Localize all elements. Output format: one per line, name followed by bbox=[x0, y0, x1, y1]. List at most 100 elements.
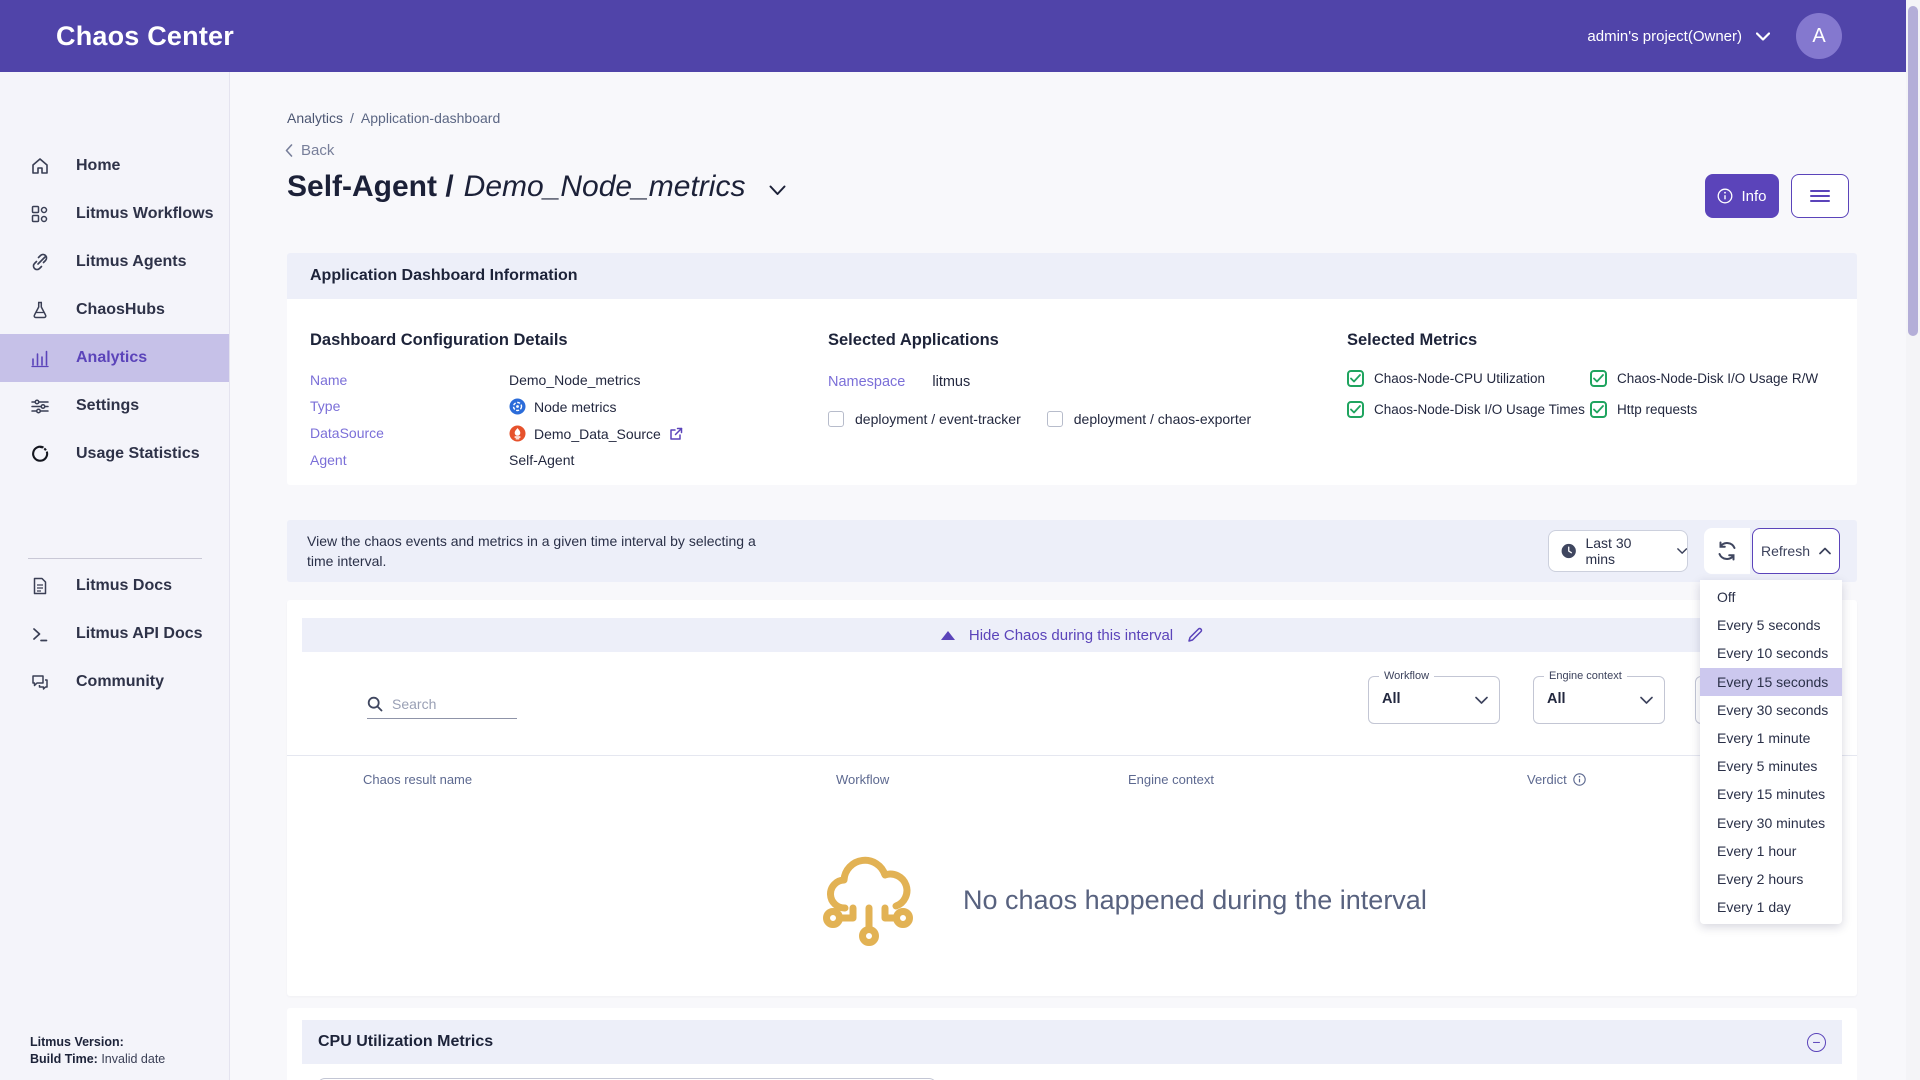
checkbox-unchecked[interactable] bbox=[828, 411, 844, 427]
column-engine-context: Engine context bbox=[1128, 772, 1214, 787]
refresh-option-30m[interactable]: Every 30 minutes bbox=[1700, 809, 1842, 837]
refresh-option-15s[interactable]: Every 15 seconds bbox=[1700, 668, 1842, 696]
config-label-datasource: DataSource bbox=[310, 425, 509, 442]
refresh-rate-menu: Off Every 5 seconds Every 10 seconds Eve… bbox=[1700, 580, 1842, 924]
search-icon bbox=[367, 696, 383, 712]
sidebar-item-label: Litmus Workflows bbox=[76, 205, 214, 223]
sidebar-item-litmus-api-docs[interactable]: Litmus API Docs bbox=[0, 610, 229, 658]
checkbox-checked[interactable] bbox=[1347, 401, 1364, 418]
applications-title: Selected Applications bbox=[828, 331, 1251, 350]
sidebar-item-label: Litmus API Docs bbox=[76, 625, 203, 643]
breadcrumb-application-dashboard: Application-dashboard bbox=[361, 110, 500, 126]
sidebar-item-settings[interactable]: Settings bbox=[0, 382, 229, 430]
config-label-type: Type bbox=[310, 398, 509, 415]
title-chevron-down-icon[interactable] bbox=[769, 185, 786, 196]
sidebar-item-litmus-workflows[interactable]: Litmus Workflows bbox=[0, 190, 229, 238]
avatar[interactable]: A bbox=[1796, 13, 1842, 59]
refresh-option-5s[interactable]: Every 5 seconds bbox=[1700, 611, 1842, 639]
column-chaos-result-name: Chaos result name bbox=[363, 772, 472, 787]
metric-checkbox-disk-io-rw[interactable]: Chaos-Node-Disk I/O Usage R/W bbox=[1590, 370, 1818, 387]
back-chevron-icon bbox=[285, 144, 293, 157]
checkbox-unchecked[interactable] bbox=[1047, 411, 1063, 427]
metric-checkbox-http-requests[interactable]: Http requests bbox=[1590, 401, 1818, 418]
sidebar-item-community[interactable]: Community bbox=[0, 658, 229, 706]
time-range-select[interactable]: Last 30 mins bbox=[1548, 530, 1688, 572]
search-input[interactable] bbox=[392, 696, 502, 712]
engine-context-filter[interactable]: Engine context All bbox=[1533, 676, 1665, 724]
chaoshubs-icon bbox=[30, 300, 50, 320]
project-label: admin's project(Owner) bbox=[1587, 28, 1742, 45]
sidebar-item-litmus-agents[interactable]: Litmus Agents bbox=[0, 238, 229, 286]
metric-checkbox-cpu-utilization[interactable]: Chaos-Node-CPU Utilization bbox=[1347, 370, 1590, 387]
sidebar-item-usage-statistics[interactable]: Usage Statistics bbox=[0, 430, 229, 478]
config-value-type: Node metrics bbox=[509, 398, 683, 415]
refresh-option-10s[interactable]: Every 10 seconds bbox=[1700, 639, 1842, 667]
refresh-option-1d[interactable]: Every 1 day bbox=[1700, 893, 1842, 921]
refresh-rate-dropdown[interactable]: Refresh bbox=[1752, 528, 1840, 574]
sidebar-item-label: ChaosHubs bbox=[76, 301, 165, 319]
sidebar-item-home[interactable]: Home bbox=[0, 142, 229, 190]
external-link-icon[interactable] bbox=[669, 427, 683, 441]
refresh-option-2h[interactable]: Every 2 hours bbox=[1700, 865, 1842, 893]
cpu-section-title: CPU Utilization Metrics bbox=[318, 1033, 493, 1051]
panel-title: Application Dashboard Information bbox=[287, 253, 1857, 299]
clock-icon bbox=[1561, 542, 1576, 560]
sidebar-item-litmus-docs[interactable]: Litmus Docs bbox=[0, 562, 229, 610]
verdict-info-icon[interactable] bbox=[1573, 773, 1586, 786]
checkbox-checked[interactable] bbox=[1347, 370, 1364, 387]
hamburger-icon bbox=[1809, 189, 1831, 203]
selected-applications: Selected Applications Namespace litmus d… bbox=[828, 331, 1251, 427]
breadcrumb-analytics[interactable]: Analytics bbox=[287, 110, 343, 126]
refresh-option-5m[interactable]: Every 5 minutes bbox=[1700, 752, 1842, 780]
table-header-row: Chaos result name Workflow Engine contex… bbox=[287, 772, 1857, 794]
config-value-agent: Self-Agent bbox=[509, 452, 683, 468]
workflows-icon bbox=[30, 204, 50, 224]
sidebar-footer: Litmus Version: Build Time: Invalid date bbox=[30, 1034, 165, 1068]
dashboard-configuration-details: Dashboard Configuration Details Name Dem… bbox=[310, 331, 683, 468]
scrollbar-thumb[interactable] bbox=[1908, 6, 1918, 336]
edit-pencil-icon[interactable] bbox=[1187, 627, 1203, 643]
sidebar-item-analytics[interactable]: Analytics bbox=[0, 334, 229, 382]
home-icon bbox=[30, 156, 50, 176]
metric-checkbox-disk-io-times[interactable]: Chaos-Node-Disk I/O Usage Times bbox=[1347, 401, 1590, 418]
settings-icon bbox=[30, 396, 50, 416]
cpu-utilization-card: CPU Utilization Metrics − bbox=[287, 1008, 1857, 1080]
top-bar: Chaos Center admin's project(Owner) A bbox=[0, 0, 1920, 72]
application-checkbox-event-tracker[interactable]: deployment / event-tracker bbox=[828, 411, 1021, 427]
checkbox-checked[interactable] bbox=[1590, 401, 1607, 418]
sidebar-item-label: Community bbox=[76, 673, 164, 691]
sidebar-item-label: Home bbox=[76, 157, 120, 175]
api-docs-icon bbox=[30, 624, 50, 644]
sidebar-item-chaoshubs[interactable]: ChaosHubs bbox=[0, 286, 229, 334]
application-checkbox-chaos-exporter[interactable]: deployment / chaos-exporter bbox=[1047, 411, 1251, 427]
config-label-agent: Agent bbox=[310, 452, 509, 468]
page-scrollbar[interactable] bbox=[1906, 0, 1920, 1080]
collapse-section-button[interactable]: − bbox=[1807, 1033, 1826, 1052]
hide-chaos-toggle[interactable]: Hide Chaos during this interval bbox=[302, 618, 1842, 652]
sidebar-item-label: Litmus Agents bbox=[76, 253, 187, 271]
info-button[interactable]: Info bbox=[1705, 174, 1779, 218]
back-button[interactable]: Back bbox=[285, 142, 334, 159]
refresh-option-off[interactable]: Off bbox=[1700, 583, 1842, 611]
refresh-option-1m[interactable]: Every 1 minute bbox=[1700, 724, 1842, 752]
community-icon bbox=[30, 672, 50, 692]
workflow-filter[interactable]: Workflow All bbox=[1368, 676, 1500, 724]
dashboard-menu-button[interactable] bbox=[1791, 174, 1849, 218]
refresh-option-1h[interactable]: Every 1 hour bbox=[1700, 837, 1842, 865]
breadcrumb-separator: / bbox=[350, 110, 354, 126]
sidebar-item-label: Analytics bbox=[76, 349, 147, 367]
refresh-now-button[interactable] bbox=[1704, 528, 1750, 574]
breadcrumb: Analytics / Application-dashboard bbox=[287, 110, 500, 126]
checkbox-checked[interactable] bbox=[1590, 370, 1607, 387]
config-value-name: Demo_Node_metrics bbox=[509, 372, 683, 388]
build-time-label: Build Time: bbox=[30, 1052, 98, 1066]
column-verdict: Verdict bbox=[1527, 772, 1586, 787]
time-interval-bar: View the chaos events and metrics in a g… bbox=[287, 520, 1857, 582]
page-title-dashboard: Demo_Node_metrics bbox=[464, 170, 746, 204]
refresh-option-15m[interactable]: Every 15 minutes bbox=[1700, 780, 1842, 808]
search-box bbox=[367, 696, 517, 719]
refresh-option-30s[interactable]: Every 30 seconds bbox=[1700, 696, 1842, 724]
interval-description: View the chaos events and metrics in a g… bbox=[307, 531, 757, 571]
project-switcher[interactable]: admin's project(Owner) bbox=[1587, 28, 1770, 45]
collapse-triangle-icon bbox=[941, 631, 955, 640]
